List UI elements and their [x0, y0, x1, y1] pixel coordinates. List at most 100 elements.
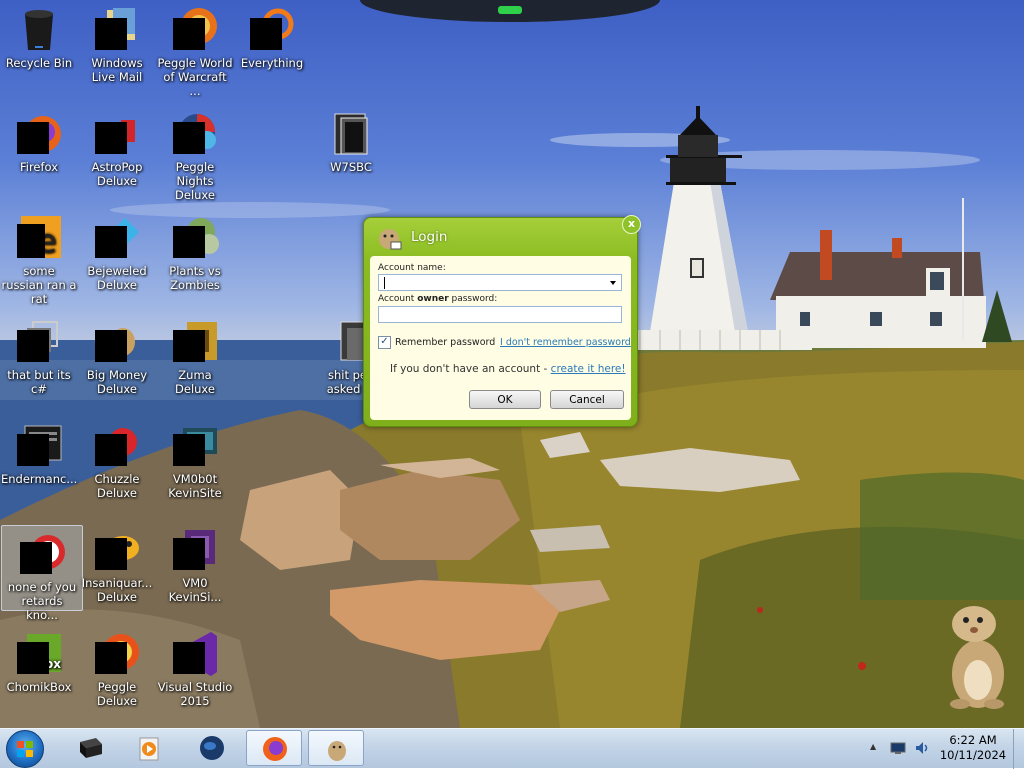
desktop-icon-label: Recycle Bin [5, 56, 73, 70]
desktop-icon-label: Plants vs Zombies [169, 264, 221, 292]
terminal-icon [80, 738, 102, 758]
desktop-icon-peggle-nights[interactable]: Peggle Nights Deluxe [155, 106, 235, 202]
desktop-icon-zuma[interactable]: Zuma Deluxe [155, 314, 235, 396]
dialog-body: Account name: Account owner password: ✓ … [370, 256, 631, 420]
forgot-password-link[interactable]: I don't remember password [500, 337, 631, 348]
desktop-icon-label: AstroPop Deluxe [91, 160, 143, 188]
system-clock[interactable]: 6:22 AM 10/11/2024 [930, 733, 1016, 763]
volume-icon[interactable] [914, 740, 930, 756]
desktop-icon-label: Big Money Deluxe [86, 368, 148, 396]
globe-icon [200, 736, 224, 760]
cancel-button[interactable]: Cancel [550, 390, 624, 409]
astropop-icon [93, 110, 141, 158]
vm-icon [171, 422, 219, 470]
peggle-icon [93, 630, 141, 678]
desktop-icon-label: Insaniquar... Deluxe [81, 576, 153, 604]
desktop-icon-label: VM0 KevinSi... [168, 576, 222, 604]
desktop-icon-endermanch[interactable]: Endermanc... [0, 418, 79, 486]
fish-icon [93, 526, 141, 574]
remember-password-label[interactable]: Remember password [395, 337, 495, 348]
close-button[interactable]: x [622, 215, 641, 234]
copy-icon [15, 318, 63, 366]
taskbar: ▲ 6:22 AM 10/11/2024 [0, 728, 1024, 769]
chevron-down-icon[interactable] [610, 281, 616, 285]
firefox-icon [15, 110, 63, 158]
desktop-icon-label: Peggle Deluxe [97, 680, 137, 708]
hamster-mascot[interactable] [936, 594, 1016, 714]
desktop-icon-peggle-deluxe[interactable]: Peggle Deluxe [77, 626, 157, 708]
desktop-icon-label: Zuma Deluxe [175, 368, 215, 396]
desktop-icon-label: VM0b0t KevinSite [168, 472, 222, 500]
desktop-icon-none-of-you[interactable]: none of you retards kno... [1, 525, 83, 622]
desktop-icon-that-but-csharp[interactable]: that but its c# [0, 314, 79, 396]
peggle-nights-icon [171, 110, 219, 158]
desktop-icon-label: Bejeweled Deluxe [87, 264, 147, 292]
desktop-icon-label: W7SBC [330, 160, 372, 174]
taskbar-item-firefox[interactable] [246, 730, 302, 766]
desktop-icon-everything[interactable]: Everything [232, 2, 312, 70]
ok-button[interactable]: OK [469, 390, 541, 409]
search-icon [248, 6, 296, 54]
password-label: Account owner password: [378, 294, 498, 304]
clock-date: 10/11/2024 [939, 748, 1007, 762]
remember-password-checkbox[interactable]: ✓ [378, 336, 391, 349]
app-icon [18, 530, 66, 578]
desktop-icon-label: that but its c# [7, 368, 71, 396]
account-name-label: Account name: [378, 263, 446, 273]
desktop-icon-label: Chuzzle Deluxe [94, 472, 140, 500]
zuma-icon [171, 318, 219, 366]
firefox-icon [263, 737, 287, 761]
desktop-icon-label: Endermanc... [1, 472, 78, 486]
desktop-icon-label: Firefox [19, 160, 59, 174]
taskbar-item-media-player[interactable] [120, 730, 176, 766]
chomikbox-icon: ox [15, 630, 63, 678]
network-icon[interactable] [890, 742, 906, 755]
desktop-icon-label: Peggle Nights Deluxe [175, 160, 215, 202]
password-field[interactable] [378, 306, 622, 323]
show-desktop-button[interactable] [1013, 729, 1024, 769]
hamster-icon [328, 741, 346, 761]
mail-icon [93, 6, 141, 54]
desktop-icon-plants-vs-zombies[interactable]: Plants vs Zombies [155, 210, 235, 292]
desktop-icon-w7sbc[interactable]: W7SBC [311, 106, 391, 174]
signup-text: If you don't have an account - create it… [390, 363, 626, 375]
bejeweled-icon [93, 214, 141, 262]
desktop-icon-russian-rat[interactable]: e some russian ran a rat [0, 210, 79, 306]
chuzzle-icon [93, 422, 141, 470]
start-button[interactable] [6, 730, 44, 768]
dialog-title: Login [411, 229, 448, 245]
desktop-icon-peggle-wow[interactable]: Peggle World of Warcraft ... [155, 2, 235, 98]
desktop-icon-chuzzle[interactable]: Chuzzle Deluxe [77, 418, 157, 500]
show-hidden-icons-button[interactable]: ▲ [870, 742, 876, 751]
desktop-icon-label: Visual Studio 2015 [157, 680, 233, 708]
create-account-link[interactable]: create it here! [551, 363, 626, 375]
visual-studio-icon [171, 630, 219, 678]
vm-icon [171, 526, 219, 574]
pvz-icon [171, 214, 219, 262]
taskbar-item-terminal[interactable] [62, 730, 118, 766]
desktop-icon-firefox[interactable]: Firefox [0, 106, 79, 174]
desktop-icon-chomikbox[interactable]: ox ChomikBox [0, 626, 79, 694]
account-name-combobox[interactable] [378, 274, 622, 291]
desktop-icon-label: Peggle World of Warcraft ... [157, 56, 233, 98]
desktop-icon-label: Windows Live Mail [91, 56, 143, 84]
desktop-icon-windows-live-mail[interactable]: Windows Live Mail [77, 2, 157, 84]
app-icon: e [15, 214, 63, 262]
taskbar-item-globe[interactable] [184, 730, 240, 766]
text-caret [384, 277, 385, 289]
desktop-icon-vm0b0t-kevinsite[interactable]: VM0b0t KevinSite [155, 418, 235, 500]
desktop-icon-astropop[interactable]: AstroPop Deluxe [77, 106, 157, 188]
desktop-icon-label: ChomikBox [6, 680, 72, 694]
desktop-icon-bejeweled[interactable]: Bejeweled Deluxe [77, 210, 157, 292]
taskbar-item-chomikbox[interactable] [308, 730, 364, 766]
desktop-icon-big-money[interactable]: Big Money Deluxe [77, 314, 157, 396]
window-icon [15, 422, 63, 470]
desktop-icon-label: Everything [240, 56, 304, 70]
desktop-icon-vm0-kevinsite[interactable]: VM0 KevinSi... [155, 522, 235, 604]
close-icon: x [627, 217, 636, 230]
windows-logo-icon [17, 741, 33, 757]
desktop-icon-insaniquarium[interactable]: Insaniquar... Deluxe [77, 522, 157, 604]
desktop-icon-recycle-bin[interactable]: Recycle Bin [0, 2, 79, 70]
desktop-icon-visual-studio[interactable]: Visual Studio 2015 [155, 626, 235, 708]
login-dialog: Login x Account name: Account owner pass… [363, 215, 641, 427]
